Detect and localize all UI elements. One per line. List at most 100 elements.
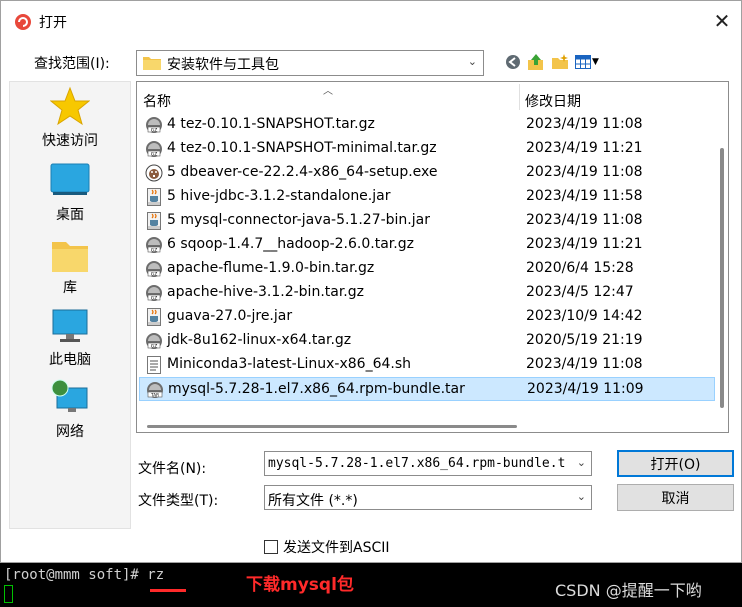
file-modified-date: 2023/4/5 12:47	[526, 284, 634, 300]
file-modified-date: 2023/4/19 11:08	[526, 116, 643, 132]
place-label: 此电脑	[49, 352, 91, 368]
vertical-scrollbar[interactable]	[715, 82, 728, 432]
close-icon: ✕	[713, 9, 731, 33]
file-name: guava-27.0-jre.jar	[167, 308, 293, 324]
title-bar: 打开 ✕	[1, 1, 741, 41]
scrollbar-thumb[interactable]	[720, 148, 724, 408]
file-type-label: 文件类型(T):	[138, 493, 219, 509]
new-folder-icon	[552, 54, 568, 69]
look-in-dropdown[interactable]: 安装软件与工具包 ⌄	[136, 50, 484, 76]
file-modified-date: 2023/4/19 11:21	[526, 236, 643, 252]
script-file-icon	[145, 356, 163, 374]
tar-archive-icon: TAR	[146, 381, 164, 399]
close-button[interactable]: ✕	[705, 7, 739, 35]
place-this-pc[interactable]: 此电脑	[10, 308, 130, 378]
svg-text:GZ: GZ	[151, 127, 158, 133]
column-header-date[interactable]: 修改日期	[525, 91, 581, 111]
file-modified-date: 2023/4/19 11:08	[526, 212, 643, 228]
ascii-checkbox[interactable]: 发送文件到ASCII	[264, 538, 390, 556]
file-name: 5 hive-jdbc-3.1.2-standalone.jar	[167, 188, 391, 204]
place-desktop[interactable]: 桌面	[10, 162, 130, 232]
cancel-button[interactable]: 取消	[617, 484, 734, 511]
file-modified-date: 2023/4/19 11:08	[526, 164, 643, 180]
terminal-prompt: [root@mmm soft]# rz	[4, 567, 165, 583]
file-name-value: mysql-5.7.28-1.el7.x86_64.rpm-bundle.t	[268, 456, 566, 471]
file-row[interactable]: TAR mysql-5.7.28-1.el7.x86_64.rpm-bundle.…	[139, 377, 715, 401]
file-name: jdk-8u162-linux-x64.tar.gz	[167, 332, 352, 348]
file-row[interactable]: guava-27.0-jre.jar 2023/10/9 14:42	[139, 305, 715, 329]
place-libraries[interactable]: 库	[10, 236, 130, 306]
back-button[interactable]	[504, 52, 522, 72]
open-file-dialog: 打开 ✕ 查找范围(I): 安装软件与工具包 ⌄ ▼ 快速访问 桌面 库 此电脑…	[0, 0, 742, 563]
annotation-text: 下载mysql包	[246, 575, 354, 595]
up-folder-icon	[528, 54, 543, 70]
view-menu-button[interactable]: ▼	[573, 52, 601, 72]
svg-text:GZ: GZ	[151, 295, 158, 301]
caret-down-icon: ▼	[592, 57, 599, 67]
file-name: 4 tez-0.10.1-SNAPSHOT-minimal.tar.gz	[167, 140, 437, 156]
new-folder-button[interactable]	[550, 52, 570, 72]
scrollbar-thumb[interactable]	[147, 425, 517, 428]
file-type-select[interactable]: 所有文件 (*.*) ⌄	[264, 485, 592, 510]
file-name: apache-hive-3.1.2-bin.tar.gz	[167, 284, 364, 300]
file-row[interactable]: Miniconda3-latest-Linux-x86_64.sh 2023/4/…	[139, 353, 715, 377]
open-button[interactable]: 打开(O)	[617, 450, 734, 477]
svg-text:GZ: GZ	[151, 343, 158, 349]
place-quick-access[interactable]: 快速访问	[10, 86, 130, 156]
gz-archive-icon: GZ	[145, 332, 163, 350]
file-list[interactable]: ︿ 名称 修改日期 GZ 4 tez-0.10.1-SNAPSHOT.tar.gz…	[136, 81, 729, 433]
file-row[interactable]: GZ 4 tez-0.10.1-SNAPSHOT-minimal.tar.gz 20…	[139, 137, 715, 161]
place-label: 桌面	[56, 207, 84, 223]
file-row[interactable]: GZ apache-hive-3.1.2-bin.tar.gz 2023/4/5 1…	[139, 281, 715, 305]
up-folder-button[interactable]	[526, 52, 546, 72]
chevron-down-icon[interactable]: ⌄	[577, 456, 586, 469]
watermark: CSDN @提醒一下哟	[555, 581, 702, 600]
column-header-name[interactable]: 名称	[143, 91, 171, 111]
jar-icon	[145, 308, 163, 326]
file-name: mysql-5.7.28-1.el7.x86_64.rpm-bundle.tar	[168, 381, 465, 397]
file-modified-date: 2023/4/19 11:58	[526, 188, 643, 204]
computer-icon	[52, 309, 88, 342]
checkbox-box[interactable]	[264, 540, 278, 554]
file-modified-date: 2023/4/19 11:21	[526, 140, 643, 156]
file-name: 5 dbeaver-ce-22.2.4-x86_64-setup.exe	[167, 164, 438, 180]
chevron-down-icon: ⌄	[576, 490, 586, 503]
look-in-label: 查找范围(I):	[34, 56, 110, 72]
file-modified-date: 2023/10/9 14:42	[526, 308, 643, 324]
library-folder-icon	[52, 242, 88, 272]
terminal-cursor	[4, 585, 13, 603]
file-row[interactable]: 5 mysql-connector-java-5.1.27-bin.jar 202…	[139, 209, 715, 233]
file-name-label: 文件名(N):	[138, 461, 207, 477]
gz-archive-icon: GZ	[145, 116, 163, 134]
file-name: 4 tez-0.10.1-SNAPSHOT.tar.gz	[167, 116, 375, 132]
file-name: 5 mysql-connector-java-5.1.27-bin.jar	[167, 212, 430, 228]
file-row[interactable]: GZ jdk-8u162-linux-x64.tar.gz 2020/5/19 21…	[139, 329, 715, 353]
open-button-label: 打开(O)	[650, 456, 701, 473]
dbeaver-app-icon	[145, 164, 163, 182]
star-icon	[50, 86, 90, 126]
file-row[interactable]: GZ 6 sqoop-1.4.7__hadoop-2.6.0.tar.gz 2023…	[139, 233, 715, 257]
places-bar: 快速访问 桌面 库 此电脑 网络	[9, 81, 131, 529]
column-divider[interactable]	[519, 84, 520, 110]
snail-app-icon	[15, 14, 31, 30]
svg-text:GZ: GZ	[151, 247, 158, 253]
svg-text:GZ: GZ	[151, 271, 158, 277]
chevron-down-icon: ⌄	[467, 55, 477, 68]
file-name: Miniconda3-latest-Linux-x86_64.sh	[167, 356, 412, 372]
back-arrow-icon	[506, 55, 520, 69]
desktop-icon	[50, 163, 90, 195]
place-label: 库	[63, 280, 77, 296]
gz-archive-icon: GZ	[145, 284, 163, 302]
file-row[interactable]: GZ 4 tez-0.10.1-SNAPSHOT.tar.gz 2023/4/19 …	[139, 113, 715, 137]
file-row[interactable]: 5 dbeaver-ce-22.2.4-x86_64-setup.exe 2023…	[139, 161, 715, 185]
file-name-input[interactable]: mysql-5.7.28-1.el7.x86_64.rpm-bundle.t ⌄	[264, 451, 592, 476]
place-network[interactable]: 网络	[10, 378, 130, 448]
ascii-checkbox-label: 发送文件到ASCII	[283, 540, 390, 556]
file-row[interactable]: 5 hive-jdbc-3.1.2-standalone.jar 2023/4/1…	[139, 185, 715, 209]
folder-icon	[143, 57, 161, 70]
horizontal-scrollbar[interactable]	[137, 420, 713, 432]
dialog-title: 打开	[39, 15, 67, 31]
place-label: 网络	[56, 424, 84, 440]
file-row[interactable]: GZ apache-flume-1.9.0-bin.tar.gz 2020/6/4 …	[139, 257, 715, 281]
jar-icon	[145, 188, 163, 206]
